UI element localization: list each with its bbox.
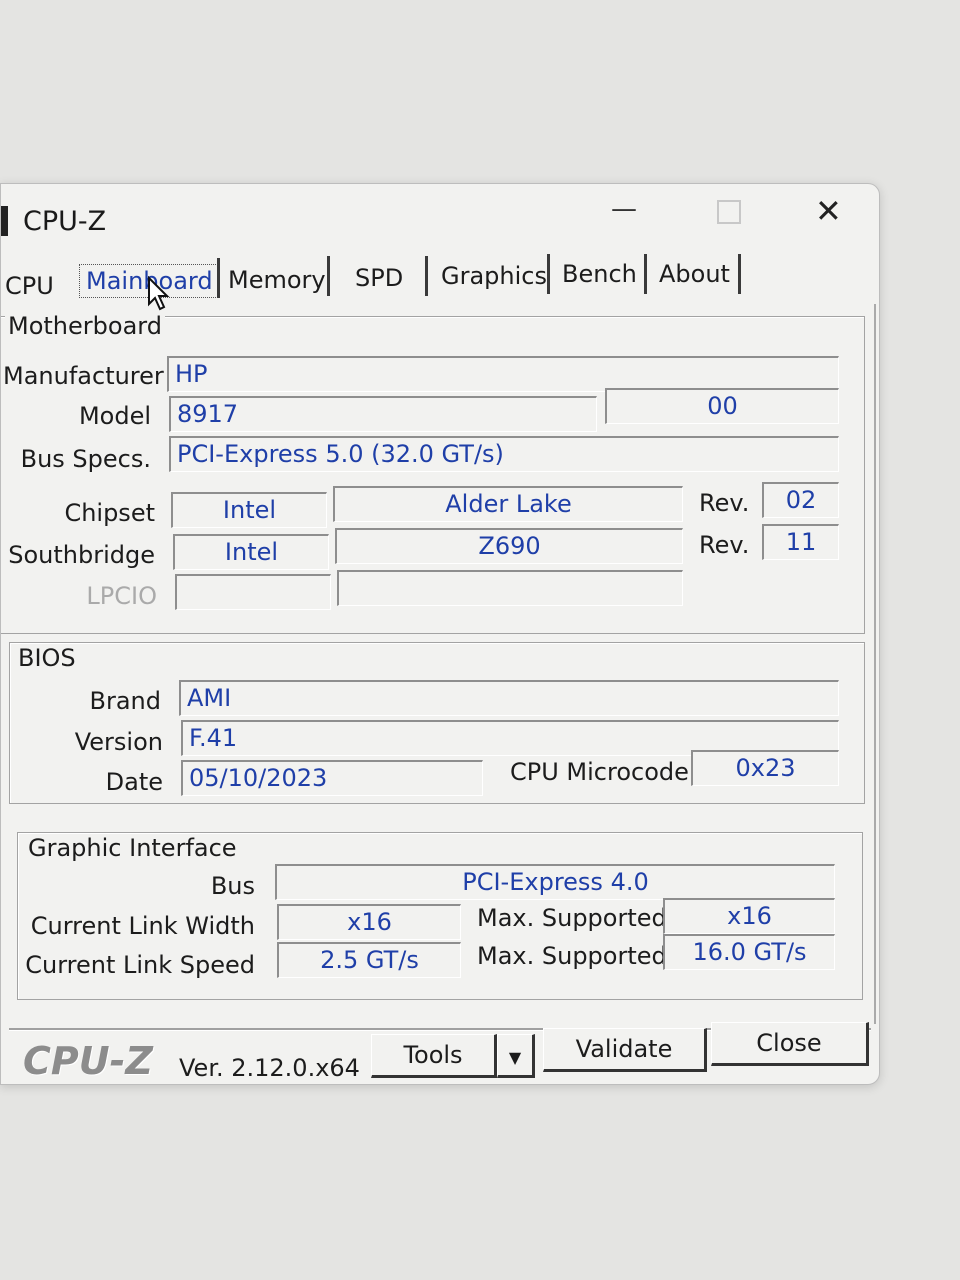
cpuz-window: CPU-Z — ✕ CPU Mainboard Memory SPD Graph… — [0, 183, 880, 1085]
chipset-rev-label: Rev. — [699, 489, 750, 517]
version-text: Ver. 2.12.0.x64 — [179, 1054, 360, 1082]
bios-date-label: Date — [105, 768, 163, 796]
chevron-down-icon: ▼ — [508, 1048, 522, 1067]
max-width-field: x16 — [663, 898, 835, 934]
close-button[interactable]: Close — [711, 1022, 869, 1066]
app-icon — [1, 206, 8, 236]
model-label: Model — [78, 402, 151, 430]
bus-specs-field: PCI-Express 5.0 (32.0 GT/s) — [169, 436, 839, 472]
maximize-icon[interactable] — [717, 200, 741, 224]
southbridge-rev-label: Rev. — [699, 531, 750, 559]
manufacturer-field: HP — [167, 356, 839, 392]
tab-spd[interactable]: SPD — [355, 264, 403, 292]
southbridge-model-field: Z690 — [335, 528, 683, 564]
tools-dropdown-button[interactable]: ▼ — [497, 1034, 535, 1078]
link-speed-field: 2.5 GT/s — [277, 942, 461, 978]
model-field: 8917 — [169, 396, 597, 432]
tab-about[interactable]: About — [659, 260, 730, 288]
window-title: CPU-Z — [23, 206, 107, 237]
tab-graphics[interactable]: Graphics — [441, 262, 547, 290]
lpcio-model-field — [337, 570, 683, 606]
graphic-bus-label: Bus — [210, 872, 255, 900]
validate-button[interactable]: Validate — [543, 1028, 707, 1072]
bus-specs-label: Bus Specs. — [20, 445, 151, 473]
chipset-label: Chipset — [64, 499, 155, 527]
southbridge-vendor-field: Intel — [173, 534, 329, 570]
chipset-model-field: Alder Lake — [333, 486, 683, 522]
cpu-microcode-label: CPU Microcode — [510, 758, 689, 786]
tab-memory[interactable]: Memory — [228, 266, 326, 294]
link-width-field: x16 — [277, 904, 461, 940]
bios-date-field: 05/10/2023 — [181, 760, 483, 796]
bios-group-label: BIOS — [15, 644, 79, 672]
bios-brand-field: AMI — [179, 680, 839, 716]
lpcio-vendor-field — [175, 574, 331, 610]
tab-bench[interactable]: Bench — [562, 260, 637, 288]
link-width-label: Current Link Width — [30, 912, 255, 940]
max-width-label: Max. Supported — [477, 904, 667, 932]
bios-brand-label: Brand — [89, 687, 161, 715]
cpu-microcode-field: 0x23 — [691, 750, 839, 786]
graphic-bus-field: PCI-Express 4.0 — [275, 864, 835, 900]
max-speed-field: 16.0 GT/s — [663, 934, 835, 970]
tools-button[interactable]: Tools — [371, 1034, 497, 1078]
graphic-interface-group-label: Graphic Interface — [25, 834, 240, 862]
chipset-vendor-field: Intel — [171, 492, 327, 528]
southbridge-rev-field: 11 — [762, 524, 839, 560]
cpuz-logo: CPU-Z — [23, 1039, 153, 1083]
southbridge-label: Southbridge — [8, 541, 155, 569]
bios-version-label: Version — [74, 728, 163, 756]
motherboard-group-label: Motherboard — [5, 312, 165, 340]
max-speed-label: Max. Supported — [477, 942, 667, 970]
lpcio-label: LPCIO — [86, 582, 157, 610]
model-revision-field: 00 — [605, 388, 839, 424]
tab-cpu[interactable]: CPU — [5, 272, 54, 300]
link-speed-label: Current Link Speed — [25, 951, 255, 979]
chipset-rev-field: 02 — [762, 482, 839, 518]
close-icon[interactable]: ✕ — [815, 192, 842, 230]
manufacturer-label: Manufacturer — [3, 362, 164, 390]
minimize-icon[interactable]: — — [611, 194, 637, 224]
